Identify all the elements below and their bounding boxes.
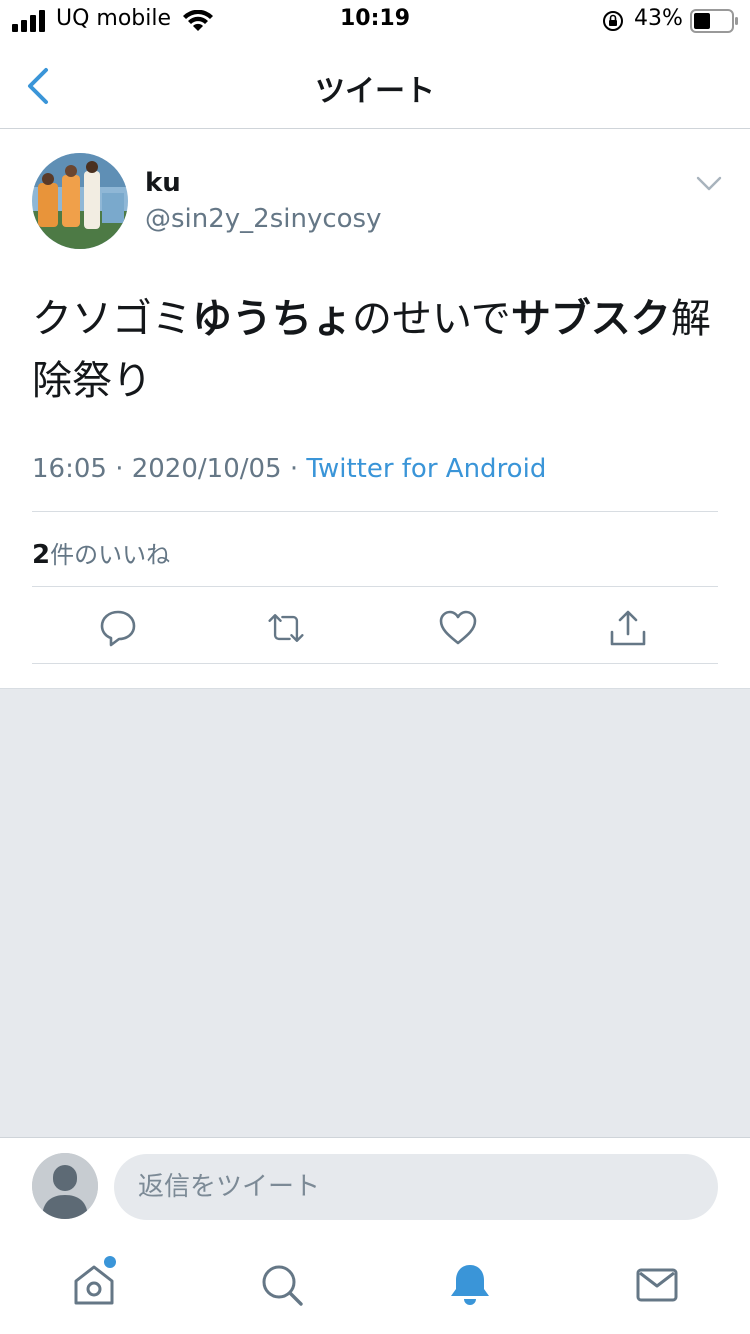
messages-icon[interactable] xyxy=(634,1262,680,1308)
like-icon[interactable] xyxy=(438,608,478,648)
author-handle[interactable]: @sin2y_2sinycosy xyxy=(145,204,382,234)
likes-number: 2 xyxy=(32,540,51,570)
tweet-meta: 16:05 · 2020/10/05 · Twitter for Android xyxy=(32,454,546,484)
search-icon[interactable] xyxy=(259,1262,305,1308)
tweet-text-seg-3: のせいで xyxy=(352,296,511,342)
share-icon[interactable] xyxy=(608,608,648,648)
status-bar: UQ mobile 10:19 43% xyxy=(0,0,750,44)
orientation-lock-icon xyxy=(603,11,623,31)
tweet-text-seg-2: ゆうちょ xyxy=(192,296,352,342)
page-title: ツイート xyxy=(315,74,435,109)
user-avatar[interactable] xyxy=(32,1153,98,1219)
tweet-text-seg-4: サブスク xyxy=(510,296,671,342)
default-avatar-icon xyxy=(32,1153,98,1219)
nav-header: ツイート xyxy=(0,44,750,129)
tweet-text-seg-1: クソゴミ xyxy=(32,296,192,342)
comment-icon[interactable] xyxy=(98,608,138,648)
divider xyxy=(32,511,718,512)
divider xyxy=(32,663,718,664)
tweet-timestamp: 16:05 · 2020/10/05 · xyxy=(32,454,307,484)
chevron-down-icon[interactable] xyxy=(696,176,722,192)
replies-area xyxy=(0,688,750,1138)
author-name[interactable]: ku xyxy=(145,168,181,198)
tweet-source-link[interactable]: Twitter for Android xyxy=(306,454,546,484)
battery-icon xyxy=(690,9,738,33)
likes-label: 件のいいね xyxy=(50,541,171,569)
reply-input[interactable] xyxy=(114,1154,718,1220)
home-icon[interactable] xyxy=(71,1262,117,1308)
tweet-text: クソゴミゆうちょのせいでサブスク解除祭り xyxy=(32,288,722,412)
unread-dot xyxy=(104,1256,116,1268)
divider xyxy=(32,586,718,587)
avatar[interactable] xyxy=(32,153,128,249)
retweet-icon[interactable] xyxy=(266,608,306,648)
avatar-photo xyxy=(32,153,128,249)
likes-count[interactable]: 2件のいいね xyxy=(32,535,170,570)
battery-percent: 43% xyxy=(634,6,683,31)
notifications-icon[interactable] xyxy=(447,1262,493,1308)
